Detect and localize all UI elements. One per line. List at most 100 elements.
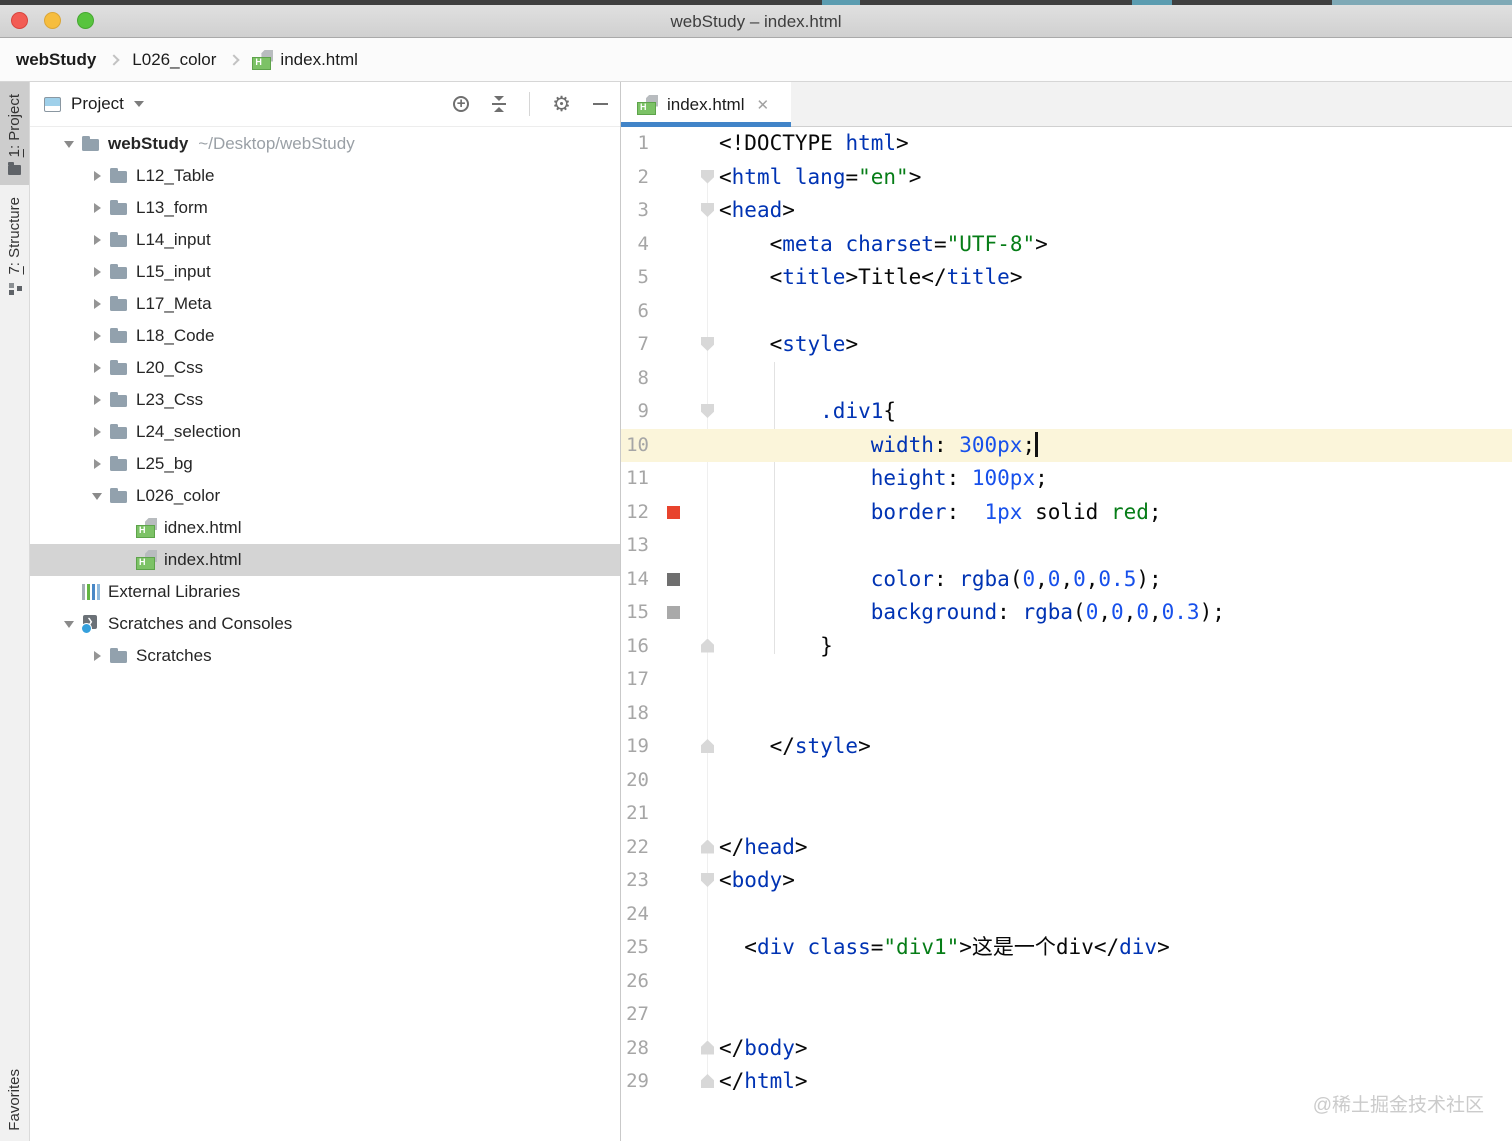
tree-row[interactable]: Scratches and Consoles [30, 608, 620, 640]
line-number: 9 [637, 400, 649, 422]
collapse-all-icon[interactable] [491, 96, 508, 112]
tree-expand-arrow-icon[interactable] [88, 454, 108, 474]
code-line[interactable]: 11 height: 100px; [621, 462, 1512, 496]
tree-row[interactable]: L24_selection [30, 416, 620, 448]
tree-row[interactable]: index.html [30, 544, 620, 576]
code-line[interactable]: 6 [621, 295, 1512, 329]
code-line[interactable]: 16 } [621, 630, 1512, 664]
breadcrumb-file[interactable]: index.html [280, 50, 357, 70]
code-line[interactable]: 23 <body> [621, 864, 1512, 898]
code-line[interactable]: 13 [621, 529, 1512, 563]
code-editor[interactable]: 1 <!DOCTYPE html> 2 <html lang="en"> 3 <head>… [621, 127, 1512, 1141]
fold-marker-icon[interactable] [701, 739, 714, 753]
tree-expand-arrow-icon[interactable] [88, 230, 108, 250]
tool-button-project[interactable]: 1: Project [0, 82, 29, 186]
fold-marker-icon[interactable] [701, 1074, 714, 1088]
code-line[interactable]: 7 <style> [621, 328, 1512, 362]
css-color-preview-icon[interactable] [667, 572, 680, 586]
tree-row[interactable]: idnex.html [30, 512, 620, 544]
tree-expand-arrow-icon[interactable] [88, 198, 108, 218]
code-line[interactable]: 9 .div1{ [621, 395, 1512, 429]
close-tab-icon[interactable]: ✕ [756, 96, 769, 114]
code-line[interactable]: 17 [621, 663, 1512, 697]
tool-button-structure[interactable]: 7: Structure [0, 185, 29, 305]
tree-expand-arrow-icon[interactable] [60, 614, 80, 634]
tree-expand-arrow-icon[interactable] [88, 486, 108, 506]
tree-expand-arrow-icon[interactable] [88, 646, 108, 666]
code-line[interactable]: 2 <html lang="en"> [621, 161, 1512, 195]
code-line[interactable]: 27 [621, 998, 1512, 1032]
tree-item-label: L13_form [136, 198, 208, 217]
tree-row[interactable]: L14_input [30, 224, 620, 256]
tree-row[interactable]: Scratches [30, 640, 620, 672]
project-tree[interactable]: webStudy ~/Desktop/webStudy L12_Table L13_f… [30, 128, 620, 1141]
css-color-preview-icon[interactable] [667, 606, 680, 619]
code-line[interactable]: 14 color: rgba(0,0,0,0.5); [621, 563, 1512, 597]
tree-expand-arrow-icon[interactable] [88, 166, 108, 186]
tree-row[interactable]: L17_Meta [30, 288, 620, 320]
tab-index-html[interactable]: index.html ✕ [621, 82, 791, 127]
tree-row[interactable]: External Libraries [30, 576, 620, 608]
code-line[interactable]: 26 [621, 965, 1512, 999]
code-line[interactable]: 22 </head> [621, 831, 1512, 865]
code-line[interactable]: 15 background: rgba(0,0,0,0.3); [621, 596, 1512, 630]
tree-row[interactable]: L12_Table [30, 160, 620, 192]
fold-marker-icon[interactable] [701, 169, 714, 184]
fold-marker-icon[interactable] [701, 1040, 714, 1055]
folder-icon [108, 294, 130, 314]
code-line[interactable]: 21 [621, 797, 1512, 831]
line-number: 11 [626, 467, 649, 489]
line-number: 1 [637, 132, 649, 154]
tree-expand-arrow-icon[interactable] [60, 134, 80, 154]
locate-icon[interactable] [453, 96, 470, 112]
tool-window-strip: 1: Project 7: Structure Favorites [0, 82, 30, 1141]
code-line[interactable]: 5 <title>Title</title> [621, 261, 1512, 295]
tree-row[interactable]: L026_color [30, 480, 620, 512]
code-line[interactable]: 1 <!DOCTYPE html> [621, 127, 1512, 161]
settings-gear-icon[interactable]: ⚙ [552, 94, 571, 115]
tree-expand-arrow-icon[interactable] [88, 390, 108, 410]
css-color-preview-icon[interactable] [667, 505, 680, 519]
hide-panel-icon[interactable] [593, 103, 608, 105]
code-line[interactable]: 12 border: 1px solid red; [621, 496, 1512, 530]
folder-icon [108, 390, 130, 410]
tree-expand-arrow-icon[interactable] [88, 422, 108, 442]
code-line[interactable]: 3 <head> [621, 194, 1512, 228]
project-panel-title[interactable]: Project [71, 94, 124, 114]
tree-expand-arrow-icon[interactable] [88, 262, 108, 282]
code-text: } [719, 633, 833, 658]
tree-expand-arrow-icon[interactable] [88, 326, 108, 346]
code-line[interactable]: 10 width: 300px; [621, 428, 1512, 462]
fold-marker-icon[interactable] [701, 638, 714, 653]
folder-icon [108, 358, 130, 378]
tree-row[interactable]: webStudy ~/Desktop/webStudy [30, 128, 620, 160]
fold-marker-icon[interactable] [701, 203, 714, 217]
line-number: 22 [626, 835, 649, 858]
tree-row[interactable]: L25_bg [30, 448, 620, 480]
chevron-down-icon[interactable] [133, 101, 144, 107]
tree-row[interactable]: L23_Css [30, 384, 620, 416]
code-line[interactable]: 4 <meta charset="UTF-8"> [621, 228, 1512, 262]
fold-marker-icon[interactable] [701, 873, 714, 887]
tree-expand-arrow-icon[interactable] [88, 358, 108, 378]
code-line[interactable]: 18 [621, 697, 1512, 731]
fold-marker-icon[interactable] [701, 404, 714, 418]
fold-marker-icon[interactable] [701, 839, 714, 854]
code-line[interactable]: 19 </style> [621, 730, 1512, 764]
fold-marker-icon[interactable] [701, 337, 714, 351]
code-line[interactable]: 8 [621, 362, 1512, 396]
tool-button-favorites[interactable]: Favorites [0, 1057, 29, 1141]
tree-row[interactable]: L13_form [30, 192, 620, 224]
tree-row[interactable]: L18_Code [30, 320, 620, 352]
breadcrumb-project[interactable]: webStudy [16, 50, 96, 70]
code-line[interactable]: 24 [621, 898, 1512, 932]
chevron-right-icon [228, 53, 241, 66]
code-line[interactable]: 25 <div class="div1">这是一个div</div> [621, 931, 1512, 965]
tree-row[interactable]: L15_input [30, 256, 620, 288]
tree-expand-arrow-icon[interactable] [88, 294, 108, 314]
code-line[interactable]: 28 </body> [621, 1032, 1512, 1066]
tree-row[interactable]: L20_Css [30, 352, 620, 384]
code-line[interactable]: 20 [621, 764, 1512, 798]
breadcrumb-folder[interactable]: L026_color [132, 50, 216, 70]
code-text: </html> [719, 1069, 808, 1093]
